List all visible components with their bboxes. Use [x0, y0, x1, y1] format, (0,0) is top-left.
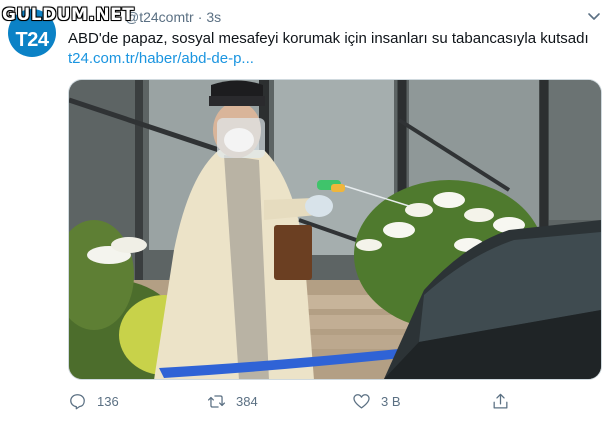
like-count: 3 B	[381, 393, 401, 409]
heart-icon	[353, 393, 370, 408]
retweet-icon	[207, 394, 226, 408]
timestamp[interactable]: 3s	[206, 9, 221, 25]
tweet-link[interactable]: t24.com.tr/haber/abd-de-p...	[68, 50, 254, 67]
share-button[interactable]	[491, 392, 510, 411]
reply-button[interactable]: 136	[68, 392, 119, 411]
tweet-header: @t24comtr · 3s	[125, 9, 221, 25]
reply-count: 136	[97, 393, 119, 409]
watermark: GULDUM.NET	[2, 5, 135, 25]
retweet-button[interactable]: 384	[207, 392, 258, 411]
tweet-text: ABD'de papaz, sosyal mesafeyi korumak iç…	[68, 30, 589, 47]
separator: ·	[197, 9, 203, 25]
tweet-media-photo[interactable]	[68, 79, 602, 380]
chevron-down-icon	[588, 13, 600, 20]
retweet-count: 384	[236, 393, 258, 409]
reply-icon	[70, 393, 85, 409]
like-button[interactable]: 3 B	[352, 392, 401, 411]
photo-priest-water-gun	[69, 80, 601, 379]
share-icon	[493, 393, 508, 408]
tweet-actions: 136 384 3 B	[68, 390, 528, 412]
account-handle[interactable]: @t24comtr	[125, 9, 194, 25]
more-button[interactable]	[584, 6, 604, 26]
avatar-logo-text: T24	[15, 28, 49, 51]
